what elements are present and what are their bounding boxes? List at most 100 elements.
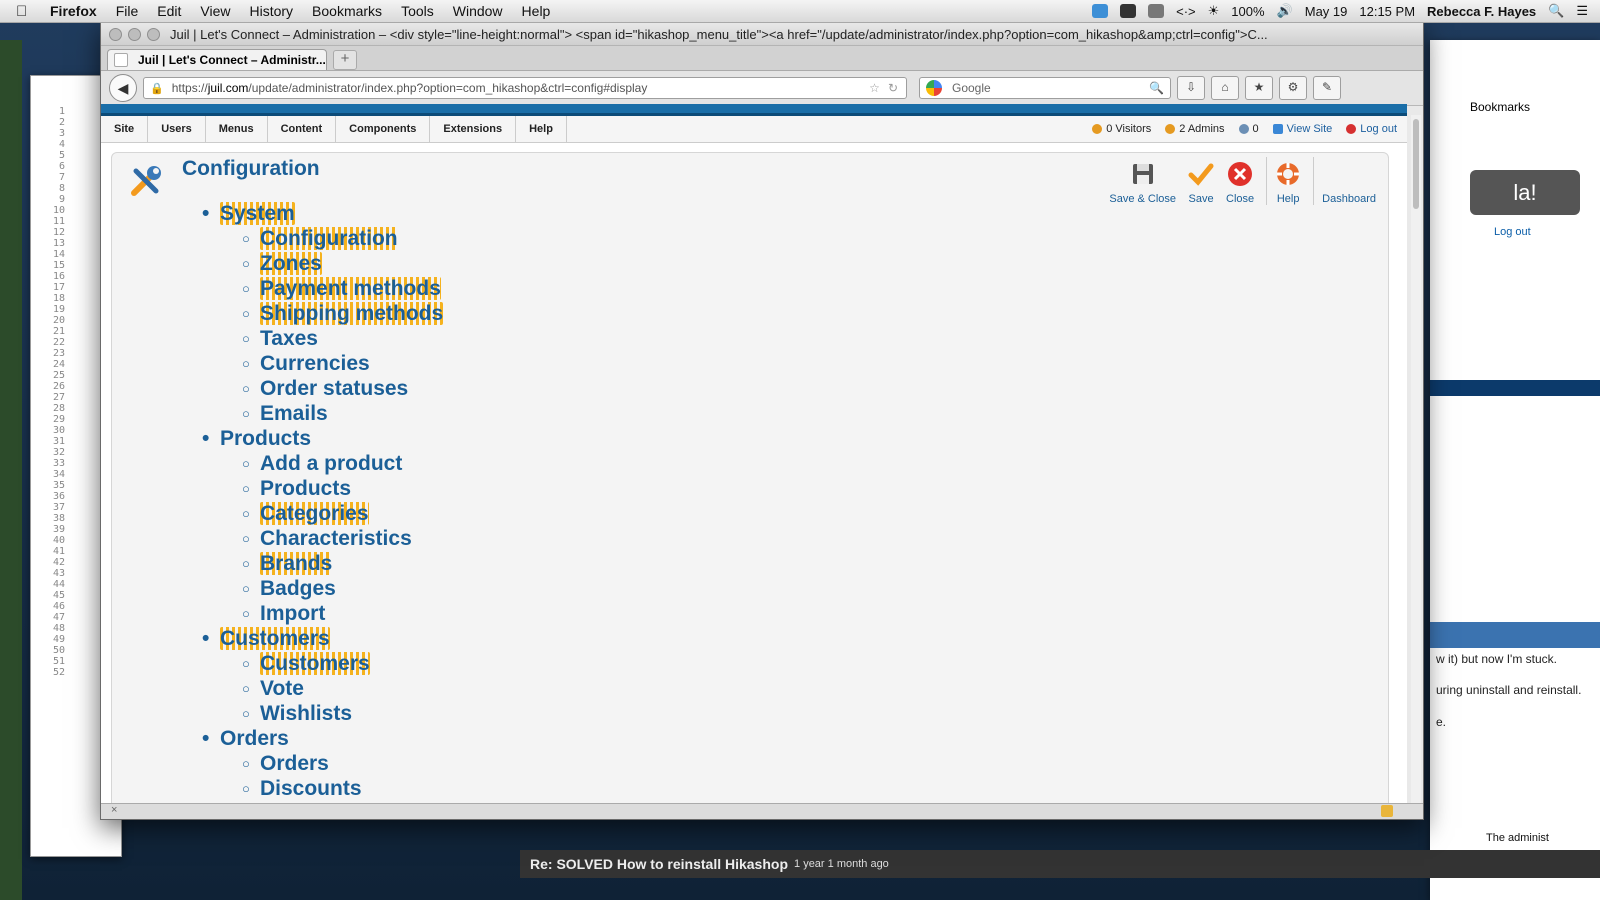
menu-item-label[interactable]: Order statuses bbox=[260, 377, 408, 400]
menu-item-label[interactable]: Zones bbox=[260, 252, 322, 275]
close-button[interactable]: Close bbox=[1220, 157, 1260, 205]
back-button[interactable]: ◀ bbox=[109, 74, 137, 102]
menu-item-import[interactable]: Import bbox=[242, 601, 443, 626]
bg-logout-link[interactable]: Log out bbox=[1494, 226, 1531, 238]
download-button[interactable]: ⇩ bbox=[1177, 76, 1205, 100]
save-button[interactable]: Save bbox=[1182, 157, 1220, 205]
menu-item-label[interactable]: Taxes bbox=[260, 327, 318, 350]
addon-note-icon[interactable] bbox=[1381, 805, 1393, 817]
menu-item-order-statuses[interactable]: Order statuses bbox=[242, 376, 443, 401]
notification-list-icon[interactable]: ☰ bbox=[1576, 3, 1588, 19]
help-button[interactable]: Help bbox=[1266, 157, 1307, 205]
menu-help[interactable]: Help bbox=[522, 3, 551, 19]
menu-system[interactable]: System Configuration Zones Payment metho… bbox=[202, 201, 444, 426]
menubar-date[interactable]: May 19 bbox=[1305, 4, 1348, 19]
menu-item-add-product[interactable]: Add a product bbox=[242, 451, 443, 476]
menubar-time[interactable]: 12:15 PM bbox=[1359, 4, 1415, 19]
home-button[interactable]: ⌂ bbox=[1211, 76, 1239, 100]
menu-customers[interactable]: Customers Customers Vote Wishlists bbox=[202, 626, 443, 726]
menu-item-label[interactable]: Emails bbox=[260, 402, 328, 425]
menu-app-firefox[interactable]: Firefox bbox=[50, 3, 97, 19]
menu-item-label[interactable]: Payment methods bbox=[260, 277, 441, 300]
menu-item-products[interactable]: Products bbox=[242, 476, 443, 501]
save-close-button[interactable]: Save & Close bbox=[1103, 157, 1182, 205]
menu-item-taxes[interactable]: Taxes bbox=[242, 326, 443, 351]
menu-window[interactable]: Window bbox=[453, 3, 503, 19]
menu-item-wishlists[interactable]: Wishlists bbox=[242, 701, 443, 726]
menu-view[interactable]: View bbox=[200, 3, 230, 19]
menu-item-label[interactable]: Characteristics bbox=[260, 527, 412, 550]
tab-admin[interactable]: Juil | Let's Connect – Administr... bbox=[107, 49, 327, 70]
menu-customers-label[interactable]: Customers bbox=[220, 627, 330, 650]
menu-item-label[interactable]: Products bbox=[260, 477, 351, 500]
addon-bar-close-icon[interactable]: × bbox=[111, 804, 117, 816]
reload-icon[interactable]: ↻ bbox=[888, 81, 898, 95]
menu-item-categories[interactable]: Categories bbox=[242, 501, 443, 526]
dashboard-button[interactable]: Dashboard bbox=[1313, 157, 1382, 205]
url-bar[interactable]: 🔒 https://juil.com/update/administrator/… bbox=[143, 77, 907, 99]
menu-item-configuration[interactable]: Configuration bbox=[242, 226, 443, 251]
menu-item-label[interactable]: Add a product bbox=[260, 452, 402, 475]
menu-item-orders[interactable]: Orders bbox=[242, 751, 443, 776]
addon-button[interactable]: ⚙ bbox=[1279, 76, 1307, 100]
logout-link[interactable]: Log out bbox=[1346, 123, 1397, 135]
bluetooth-icon[interactable] bbox=[1148, 4, 1165, 18]
messages-status[interactable]: 0 bbox=[1238, 123, 1259, 135]
menu-item-currencies[interactable]: Currencies bbox=[242, 351, 443, 376]
menu-item-label[interactable]: Configuration bbox=[260, 227, 398, 250]
apple-icon[interactable]:  bbox=[16, 3, 36, 20]
menu-item-brands[interactable]: Brands bbox=[242, 551, 443, 576]
forum-thread-title[interactable]: Re: SOLVED How to reinstall Hikashop bbox=[530, 856, 788, 872]
search-bar[interactable]: Google 🔍 bbox=[919, 77, 1171, 99]
menu-tools[interactable]: Tools bbox=[401, 3, 434, 19]
menu-item-emails[interactable]: Emails bbox=[242, 401, 443, 426]
bookmark-star-icon[interactable]: ☆ bbox=[869, 81, 880, 95]
menu-item-label[interactable]: Import bbox=[260, 602, 325, 625]
url-text[interactable]: https://juil.com/update/administrator/in… bbox=[172, 81, 869, 95]
menu-orders[interactable]: Orders Orders Discounts bbox=[202, 726, 443, 801]
zoom-window-icon[interactable] bbox=[147, 27, 160, 41]
menu-item-label[interactable]: Customers bbox=[260, 652, 370, 675]
menu-item-label[interactable]: Currencies bbox=[260, 352, 370, 375]
menu-products-label[interactable]: Products bbox=[220, 427, 311, 450]
menu-orders-label[interactable]: Orders bbox=[220, 727, 289, 750]
volume-icon[interactable]: 🔊 bbox=[1277, 3, 1293, 19]
admin-menu-menus[interactable]: Menus bbox=[206, 116, 268, 142]
search-icon[interactable]: 🔍 bbox=[1149, 81, 1164, 95]
admin-menu-components[interactable]: Components bbox=[336, 116, 431, 142]
page-scrollbar[interactable] bbox=[1411, 115, 1421, 805]
spotlight-icon[interactable]: 🔍 bbox=[1548, 3, 1564, 19]
menu-item-vote[interactable]: Vote bbox=[242, 676, 443, 701]
menu-system-label[interactable]: System bbox=[220, 202, 295, 225]
code-icon[interactable]: <·> bbox=[1176, 4, 1196, 19]
battery-label[interactable]: 100% bbox=[1231, 4, 1264, 19]
menu-item-label[interactable]: Shipping methods bbox=[260, 302, 444, 325]
menu-item-label[interactable]: Wishlists bbox=[260, 702, 352, 725]
scrollbar-thumb[interactable] bbox=[1413, 119, 1419, 209]
admin-menu-help[interactable]: Help bbox=[516, 116, 567, 142]
admin-menu-extensions[interactable]: Extensions bbox=[430, 116, 517, 142]
bookmarks-button[interactable]: ★ bbox=[1245, 76, 1273, 100]
menu-item-badges[interactable]: Badges bbox=[242, 576, 443, 601]
forum-thread-strip[interactable]: Re: SOLVED How to reinstall Hikashop 1 y… bbox=[520, 850, 1600, 878]
menu-item-label[interactable]: Vote bbox=[260, 677, 304, 700]
view-site-link[interactable]: View Site bbox=[1272, 123, 1332, 135]
menu-item-customers[interactable]: Customers bbox=[242, 651, 443, 676]
menu-edit[interactable]: Edit bbox=[157, 3, 181, 19]
admin-menu-users[interactable]: Users bbox=[148, 116, 206, 142]
menu-bookmarks[interactable]: Bookmarks bbox=[312, 3, 382, 19]
menubar-user[interactable]: Rebecca F. Hayes bbox=[1427, 4, 1536, 19]
menu-item-characteristics[interactable]: Characteristics bbox=[242, 526, 443, 551]
menu-item-payment-methods[interactable]: Payment methods bbox=[242, 276, 443, 301]
menu-item-zones[interactable]: Zones bbox=[242, 251, 443, 276]
menu-history[interactable]: History bbox=[249, 3, 293, 19]
minimize-window-icon[interactable] bbox=[128, 27, 141, 41]
close-window-icon[interactable] bbox=[109, 27, 122, 41]
menu-item-discounts[interactable]: Discounts bbox=[242, 776, 443, 801]
tools-button[interactable]: ✎ bbox=[1313, 76, 1341, 100]
menu-item-label[interactable]: Discounts bbox=[260, 777, 362, 800]
flame-icon[interactable] bbox=[1120, 4, 1137, 18]
admin-menu-content[interactable]: Content bbox=[268, 116, 337, 142]
menu-item-shipping-methods[interactable]: Shipping methods bbox=[242, 301, 444, 326]
menu-item-label[interactable]: Categories bbox=[260, 502, 369, 525]
